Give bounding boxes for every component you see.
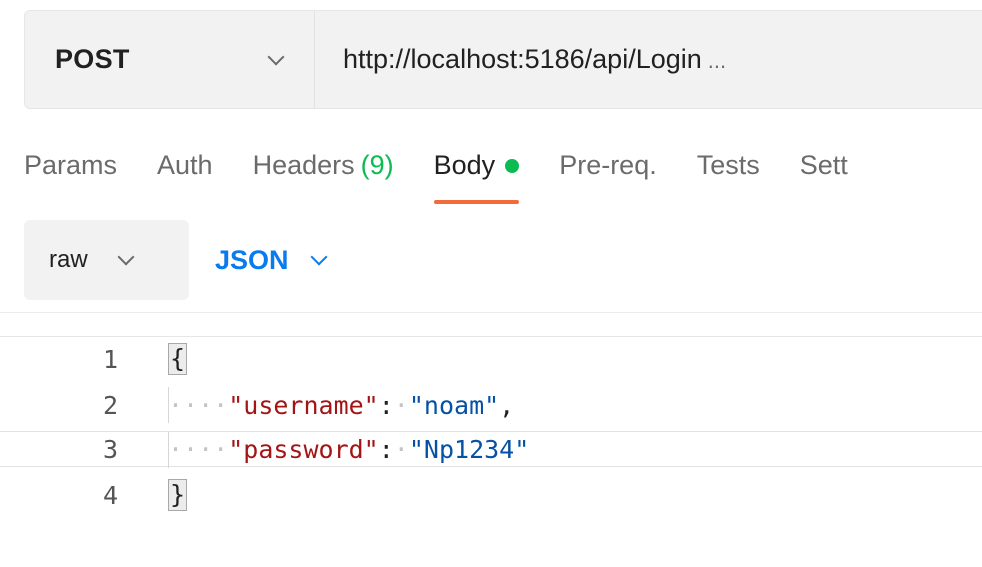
tab-headers[interactable]: Headers (9) — [253, 150, 394, 181]
whitespace-marker: ···· — [168, 390, 229, 420]
tab-pre-request[interactable]: Pre-req. — [559, 150, 657, 181]
line-number: 1 — [102, 344, 118, 374]
line-number: 2 — [102, 390, 118, 420]
url-bar: POST http://localhost:5186/api/Login... — [24, 10, 982, 109]
divider — [0, 312, 982, 313]
body-mode-dropdown[interactable]: raw — [24, 220, 189, 300]
tab-body[interactable]: Body — [433, 150, 520, 204]
close-brace: } — [168, 479, 188, 511]
method-dropdown[interactable]: POST — [25, 11, 315, 108]
method-label: POST — [55, 44, 130, 74]
line-content: ···· "username": · "noam", — [168, 391, 514, 420]
line-content: } — [168, 479, 188, 511]
tab-params-label: Params — [24, 150, 118, 180]
code-line: 4 } — [0, 477, 982, 513]
whitespace-marker: · — [393, 434, 409, 464]
code-line: 1 { — [0, 341, 982, 377]
tab-settings[interactable]: Sett — [800, 150, 848, 181]
code-line-active: 3 ···· "password": · "Np1234" — [0, 431, 982, 468]
line-number: 3 — [102, 434, 118, 464]
whitespace-marker: ···· — [168, 434, 229, 464]
language-dropdown[interactable]: JSON — [215, 220, 328, 300]
url-input[interactable]: http://localhost:5186/api/Login... — [315, 44, 726, 75]
tab-settings-label: Sett — [799, 150, 848, 180]
tab-params[interactable]: Params — [24, 150, 117, 181]
colon: : — [378, 390, 394, 420]
colon: : — [378, 434, 394, 464]
request-editor: POST http://localhost:5186/api/Login... … — [0, 0, 982, 567]
url-ellipsis: ... — [707, 48, 727, 73]
tab-body-label: Body — [433, 150, 496, 180]
comma: , — [499, 390, 515, 420]
json-key: "username" — [228, 390, 379, 420]
chevron-down-icon — [310, 248, 328, 266]
line-number: 4 — [102, 480, 118, 510]
tab-pre-request-label: Pre-req. — [559, 150, 657, 180]
tab-headers-label: Headers — [252, 150, 355, 180]
whitespace-marker: · — [393, 390, 409, 420]
json-value: "noam" — [408, 390, 500, 420]
body-code-editor[interactable]: 1 { 2 ···· "username": · "noam", 3 ···· "pas… — [0, 336, 982, 567]
code-line: 2 ···· "username": · "noam", — [0, 387, 982, 423]
line-content: { — [168, 343, 188, 375]
tab-tests-label: Tests — [696, 150, 760, 180]
url-value: http://localhost:5186/api/Login — [343, 44, 702, 74]
body-mode-label: raw — [49, 246, 88, 273]
open-brace: { — [168, 343, 188, 375]
json-key: "password" — [228, 434, 379, 464]
chevron-down-icon — [267, 48, 285, 65]
line-content: ···· "password": · "Np1234" — [168, 435, 529, 464]
tab-auth-label: Auth — [157, 150, 213, 180]
headers-count: (9) — [360, 150, 394, 180]
tab-tests[interactable]: Tests — [697, 150, 760, 181]
language-label: JSON — [215, 244, 289, 275]
request-tabs: Params Auth Headers (9) Body Pre-req. Te… — [24, 150, 888, 204]
json-value: "Np1234" — [408, 434, 530, 464]
body-indicator-dot-icon — [505, 158, 520, 173]
tab-auth[interactable]: Auth — [157, 150, 213, 181]
chevron-down-icon — [117, 248, 135, 266]
